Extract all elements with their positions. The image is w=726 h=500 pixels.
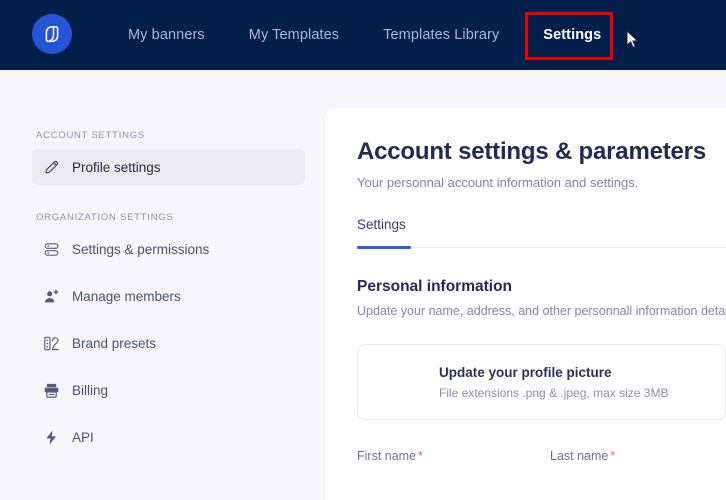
- sidebar-item-label: Settings & permissions: [72, 241, 210, 257]
- last-name-label: Last name *: [550, 449, 726, 463]
- profile-picture-upload-box[interactable]: Update your profile picture File extensi…: [357, 344, 726, 420]
- required-asterisk: *: [610, 449, 616, 463]
- upload-title: Update your profile picture: [439, 365, 612, 380]
- sidebar-item-profile-settings[interactable]: Profile settings: [32, 149, 305, 185]
- sidebar-item-label: API: [72, 429, 94, 445]
- top-navigation-bar: My banners My Templates Templates Librar…: [0, 0, 726, 70]
- nav-item-my-templates[interactable]: My Templates: [227, 0, 361, 70]
- sidebar-item-manage-members[interactable]: Manage members: [32, 278, 305, 314]
- brand-presets-icon: [42, 334, 60, 352]
- lightning-bolt-icon: [42, 428, 60, 446]
- last-name-field-group: Last name *: [550, 449, 726, 463]
- main-nav: My banners My Templates Templates Librar…: [106, 0, 623, 70]
- page-subtitle: Your personnal account information and s…: [357, 175, 639, 190]
- app-root: My banners My Templates Templates Librar…: [0, 0, 726, 500]
- sidebar-item-label: Manage members: [72, 288, 181, 304]
- app-logo-icon: [41, 23, 63, 45]
- sidebar-item-label: Profile settings: [72, 159, 161, 175]
- first-name-label-text: First name: [357, 449, 417, 463]
- sidebar-item-settings-permissions[interactable]: Settings & permissions: [32, 231, 305, 267]
- billing-printer-icon: [42, 381, 60, 399]
- settings-content-card: Account settings & parameters Your perso…: [325, 108, 726, 500]
- sidebar-caption-organization: ORGANIZATION SETTINGS: [36, 212, 174, 223]
- tab-active-indicator: [357, 246, 411, 249]
- nav-item-settings[interactable]: Settings: [521, 0, 623, 70]
- first-name-field-group: First name *: [357, 449, 533, 463]
- sidebar-caption-account: ACCOUNT SETTINGS: [36, 130, 145, 141]
- sidebar-group-organization: Settings & permissions Manage members Br…: [0, 231, 325, 455]
- page-body: ACCOUNT SETTINGS Profile settings ORGANI…: [0, 70, 726, 500]
- sidebar-item-billing[interactable]: Billing: [32, 372, 305, 408]
- sidebar-item-brand-presets[interactable]: Brand presets: [32, 325, 305, 361]
- upload-hint: File extensions .png & .jpeg, max size 3…: [439, 386, 669, 400]
- tab-settings[interactable]: Settings: [357, 217, 406, 243]
- tabs-divider: [357, 247, 726, 248]
- page-title: Account settings & parameters: [357, 138, 706, 165]
- sidebar-item-label: Billing: [72, 382, 109, 398]
- server-stack-icon: [42, 240, 60, 258]
- first-name-label: First name *: [357, 449, 533, 463]
- required-asterisk: *: [418, 449, 423, 463]
- section-subtitle: Update your name, address, and other per…: [357, 304, 726, 318]
- user-plus-icon: [42, 287, 60, 305]
- nav-item-my-banners[interactable]: My banners: [106, 0, 227, 70]
- settings-sidebar: ACCOUNT SETTINGS Profile settings ORGANI…: [0, 70, 325, 500]
- pencil-icon: [42, 158, 60, 176]
- last-name-label-text: Last name: [550, 449, 609, 463]
- section-title-personal-information: Personal information: [357, 278, 513, 295]
- nav-item-templates-library[interactable]: Templates Library: [361, 0, 521, 70]
- mouse-pointer-icon: [626, 29, 640, 50]
- app-logo[interactable]: [32, 14, 72, 54]
- sidebar-item-api[interactable]: API: [32, 419, 305, 455]
- sidebar-item-label: Brand presets: [72, 335, 157, 351]
- sidebar-group-account: Profile settings: [0, 149, 325, 185]
- content-tabs: Settings: [357, 216, 726, 249]
- name-fields-row: First name * Last name *: [357, 449, 726, 463]
